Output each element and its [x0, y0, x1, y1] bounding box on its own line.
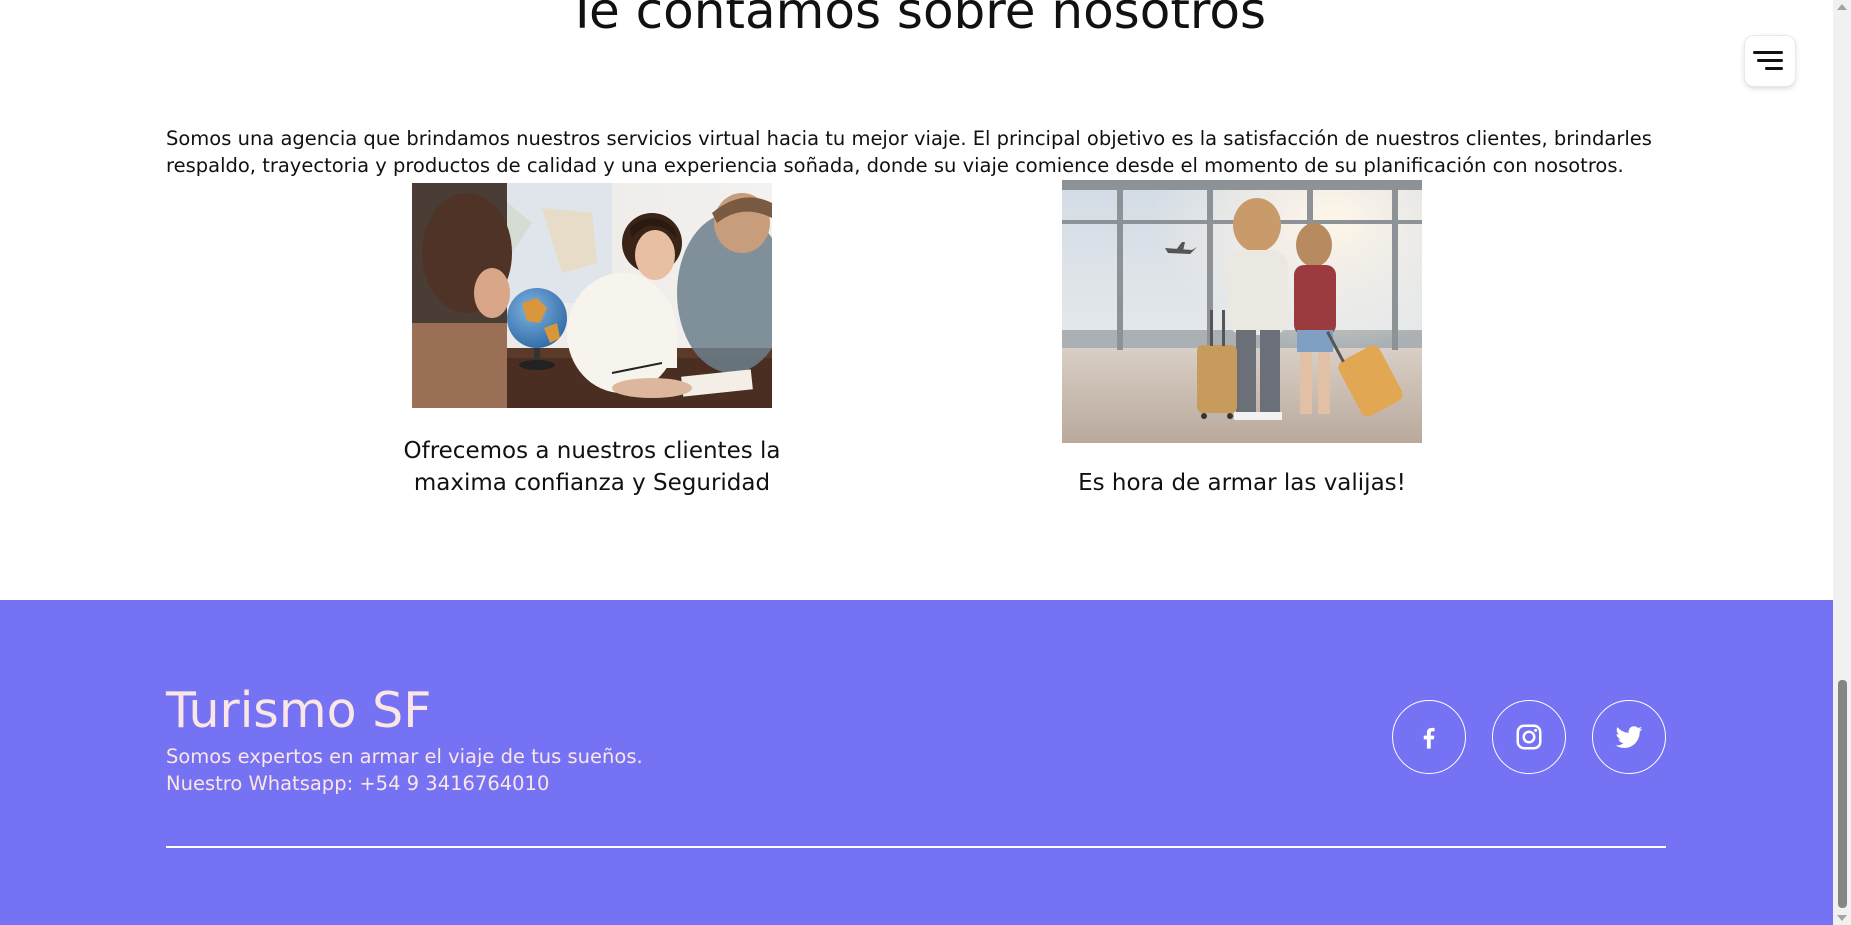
- about-intro: Somos una agencia que brindamos nuestros…: [166, 127, 1652, 177]
- airport-couple-photo: [1062, 180, 1422, 443]
- menu-bar-middle: [1757, 59, 1783, 62]
- menu-button[interactable]: [1745, 36, 1795, 86]
- menu-bar-top: [1753, 51, 1783, 54]
- scrollbar[interactable]: [1833, 0, 1851, 925]
- footer-whatsapp: Nuestro Whatsapp: +54 9 3416764010: [166, 772, 550, 795]
- agency-meeting-photo: [412, 183, 772, 408]
- page: Te contamos sobre nosotros Somos una age…: [0, 0, 1833, 925]
- card-luggage-caption: Es hora de armar las valijas!: [1078, 470, 1406, 496]
- scroll-up-arrow[interactable]: [1837, 4, 1847, 10]
- twitter-icon: [1615, 726, 1643, 748]
- facebook-icon: [1423, 727, 1435, 749]
- card-luggage: Es hora de armar las valijas!: [1062, 180, 1422, 499]
- menu-bar-bottom: [1765, 67, 1783, 70]
- instagram-button[interactable]: [1492, 700, 1566, 774]
- footer-tagline: Somos expertos en armar el viaje de tus …: [166, 745, 643, 768]
- section-title: Te contamos sobre nosotros: [566, 0, 1267, 40]
- facebook-button[interactable]: [1392, 700, 1466, 774]
- footer-brand: Turismo SF: [166, 682, 432, 739]
- footer: Turismo SF Somos expertos en armar el vi…: [0, 600, 1833, 925]
- footer-divider: [166, 846, 1666, 848]
- card-trust-caption: Ofrecemos a nuestros clientes la maxima …: [403, 438, 781, 496]
- scroll-thumb[interactable]: [1838, 680, 1847, 908]
- instagram-icon: [1516, 724, 1542, 750]
- card-trust: Ofrecemos a nuestros clientes la maxima …: [404, 183, 781, 499]
- twitter-button[interactable]: [1592, 700, 1666, 774]
- scroll-down-arrow[interactable]: [1837, 915, 1847, 921]
